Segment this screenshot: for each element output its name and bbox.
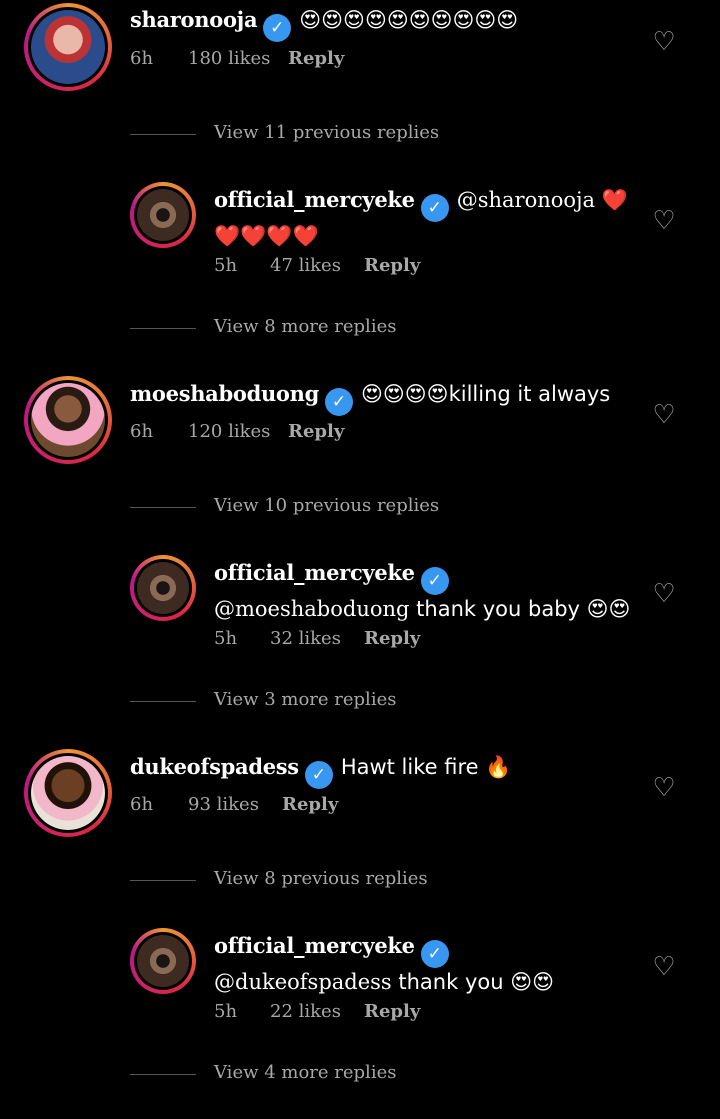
comment: sharonooja ✓ 😍😍😍😍😍😍😍😍😍😍 [130, 6, 630, 42]
reply-button[interactable]: Reply [288, 421, 344, 442]
comment-username[interactable]: moeshaboduong [130, 381, 319, 406]
reply-button[interactable]: Reply [364, 1001, 420, 1022]
reply-username[interactable]: official_mercyeke [214, 187, 415, 212]
reply: official_mercyeke ✓ @moeshaboduong thank y… [214, 559, 634, 623]
reply-button[interactable]: Reply [364, 255, 420, 276]
heart-outline-icon[interactable]: ♡ [651, 775, 677, 801]
heart-outline-icon[interactable]: ♡ [651, 581, 677, 607]
verified-badge-icon: ✓ [420, 940, 449, 968]
avatar-official-mercyeke[interactable] [130, 182, 196, 248]
reply-likes[interactable]: 32 likes [270, 628, 341, 649]
avatar-sharonooja[interactable] [24, 3, 112, 91]
comment-text: Hawt like fire 🔥 [340, 755, 512, 779]
avatar-photo [31, 10, 105, 84]
verified-badge-icon: ✓ [325, 388, 353, 416]
comment-likes[interactable]: 120 likes [188, 421, 270, 442]
reply-time: 5h [214, 628, 238, 649]
verified-badge-icon: ✓ [420, 567, 449, 595]
comment-time: 6h [130, 794, 154, 815]
reply-text: thank you 😍😍 [398, 970, 554, 994]
reply-mention[interactable]: @dukeofspadess [214, 970, 392, 994]
heart-outline-icon[interactable]: ♡ [651, 29, 677, 55]
reply-time: 5h [214, 1001, 238, 1022]
comment-time: 6h [130, 421, 154, 442]
reply-button[interactable]: Reply [288, 48, 344, 69]
view-previous-replies[interactable]: View 8 previous replies [130, 868, 530, 890]
avatar-official-mercyeke[interactable] [130, 555, 196, 621]
reply-username[interactable]: official_mercyeke [214, 933, 415, 958]
verified-badge-icon: ✓ [304, 761, 333, 789]
comment-text: 😍😍😍😍😍😍😍😍😍😍 [299, 8, 519, 32]
view-previous-replies[interactable]: View 10 previous replies [130, 495, 530, 517]
verified-badge-icon: ✓ [420, 194, 449, 222]
reply-likes[interactable]: 47 likes [270, 255, 341, 276]
comment-likes[interactable]: 180 likes [188, 48, 270, 69]
heart-outline-icon[interactable]: ♡ [651, 208, 677, 234]
avatar-photo [137, 189, 189, 241]
reply-likes[interactable]: 22 likes [270, 1001, 341, 1022]
reply: official_mercyeke ✓ @dukeofspadess thank y… [214, 932, 634, 996]
avatar-moeshaboduong[interactable] [24, 376, 112, 464]
reply-text: thank you baby 😍😍 [416, 597, 631, 621]
avatar-photo [31, 383, 105, 457]
comment-username[interactable]: sharonooja [130, 7, 258, 32]
view-more-replies[interactable]: View 8 more replies [130, 316, 530, 338]
reply: official_mercyeke ✓ @sharonooja ❤️❤️❤️❤️❤️ [214, 186, 634, 250]
view-previous-replies[interactable]: View 11 previous replies [130, 122, 530, 144]
comment-likes[interactable]: 93 likes [188, 794, 259, 815]
comment-username[interactable]: dukeofspadess [130, 754, 299, 779]
view-more-replies[interactable]: View 3 more replies [130, 689, 530, 711]
reply-mention[interactable]: @moeshaboduong [214, 597, 409, 621]
comment: moeshaboduong ✓ 😍😍😍😍killing it always [130, 380, 630, 416]
verified-badge-icon: ✓ [263, 14, 292, 42]
heart-outline-icon[interactable]: ♡ [651, 954, 677, 980]
view-more-replies[interactable]: View 4 more replies [130, 1062, 530, 1084]
avatar-photo [137, 562, 189, 614]
reply-button[interactable]: Reply [364, 628, 420, 649]
comment: dukeofspadess ✓ Hawt like fire 🔥 [130, 753, 630, 789]
reply-time: 5h [214, 255, 238, 276]
comment-time: 6h [130, 48, 154, 69]
heart-outline-icon[interactable]: ♡ [651, 402, 677, 428]
avatar-dukeofspadess[interactable] [24, 749, 112, 837]
reply-username[interactable]: official_mercyeke [214, 560, 415, 585]
avatar-official-mercyeke[interactable] [130, 928, 196, 994]
comment-text: 😍😍😍😍killing it always [361, 382, 611, 406]
reply-mention[interactable]: @sharonooja [457, 188, 595, 212]
avatar-photo [137, 935, 189, 987]
avatar-photo [31, 756, 105, 830]
reply-button[interactable]: Reply [282, 794, 338, 815]
